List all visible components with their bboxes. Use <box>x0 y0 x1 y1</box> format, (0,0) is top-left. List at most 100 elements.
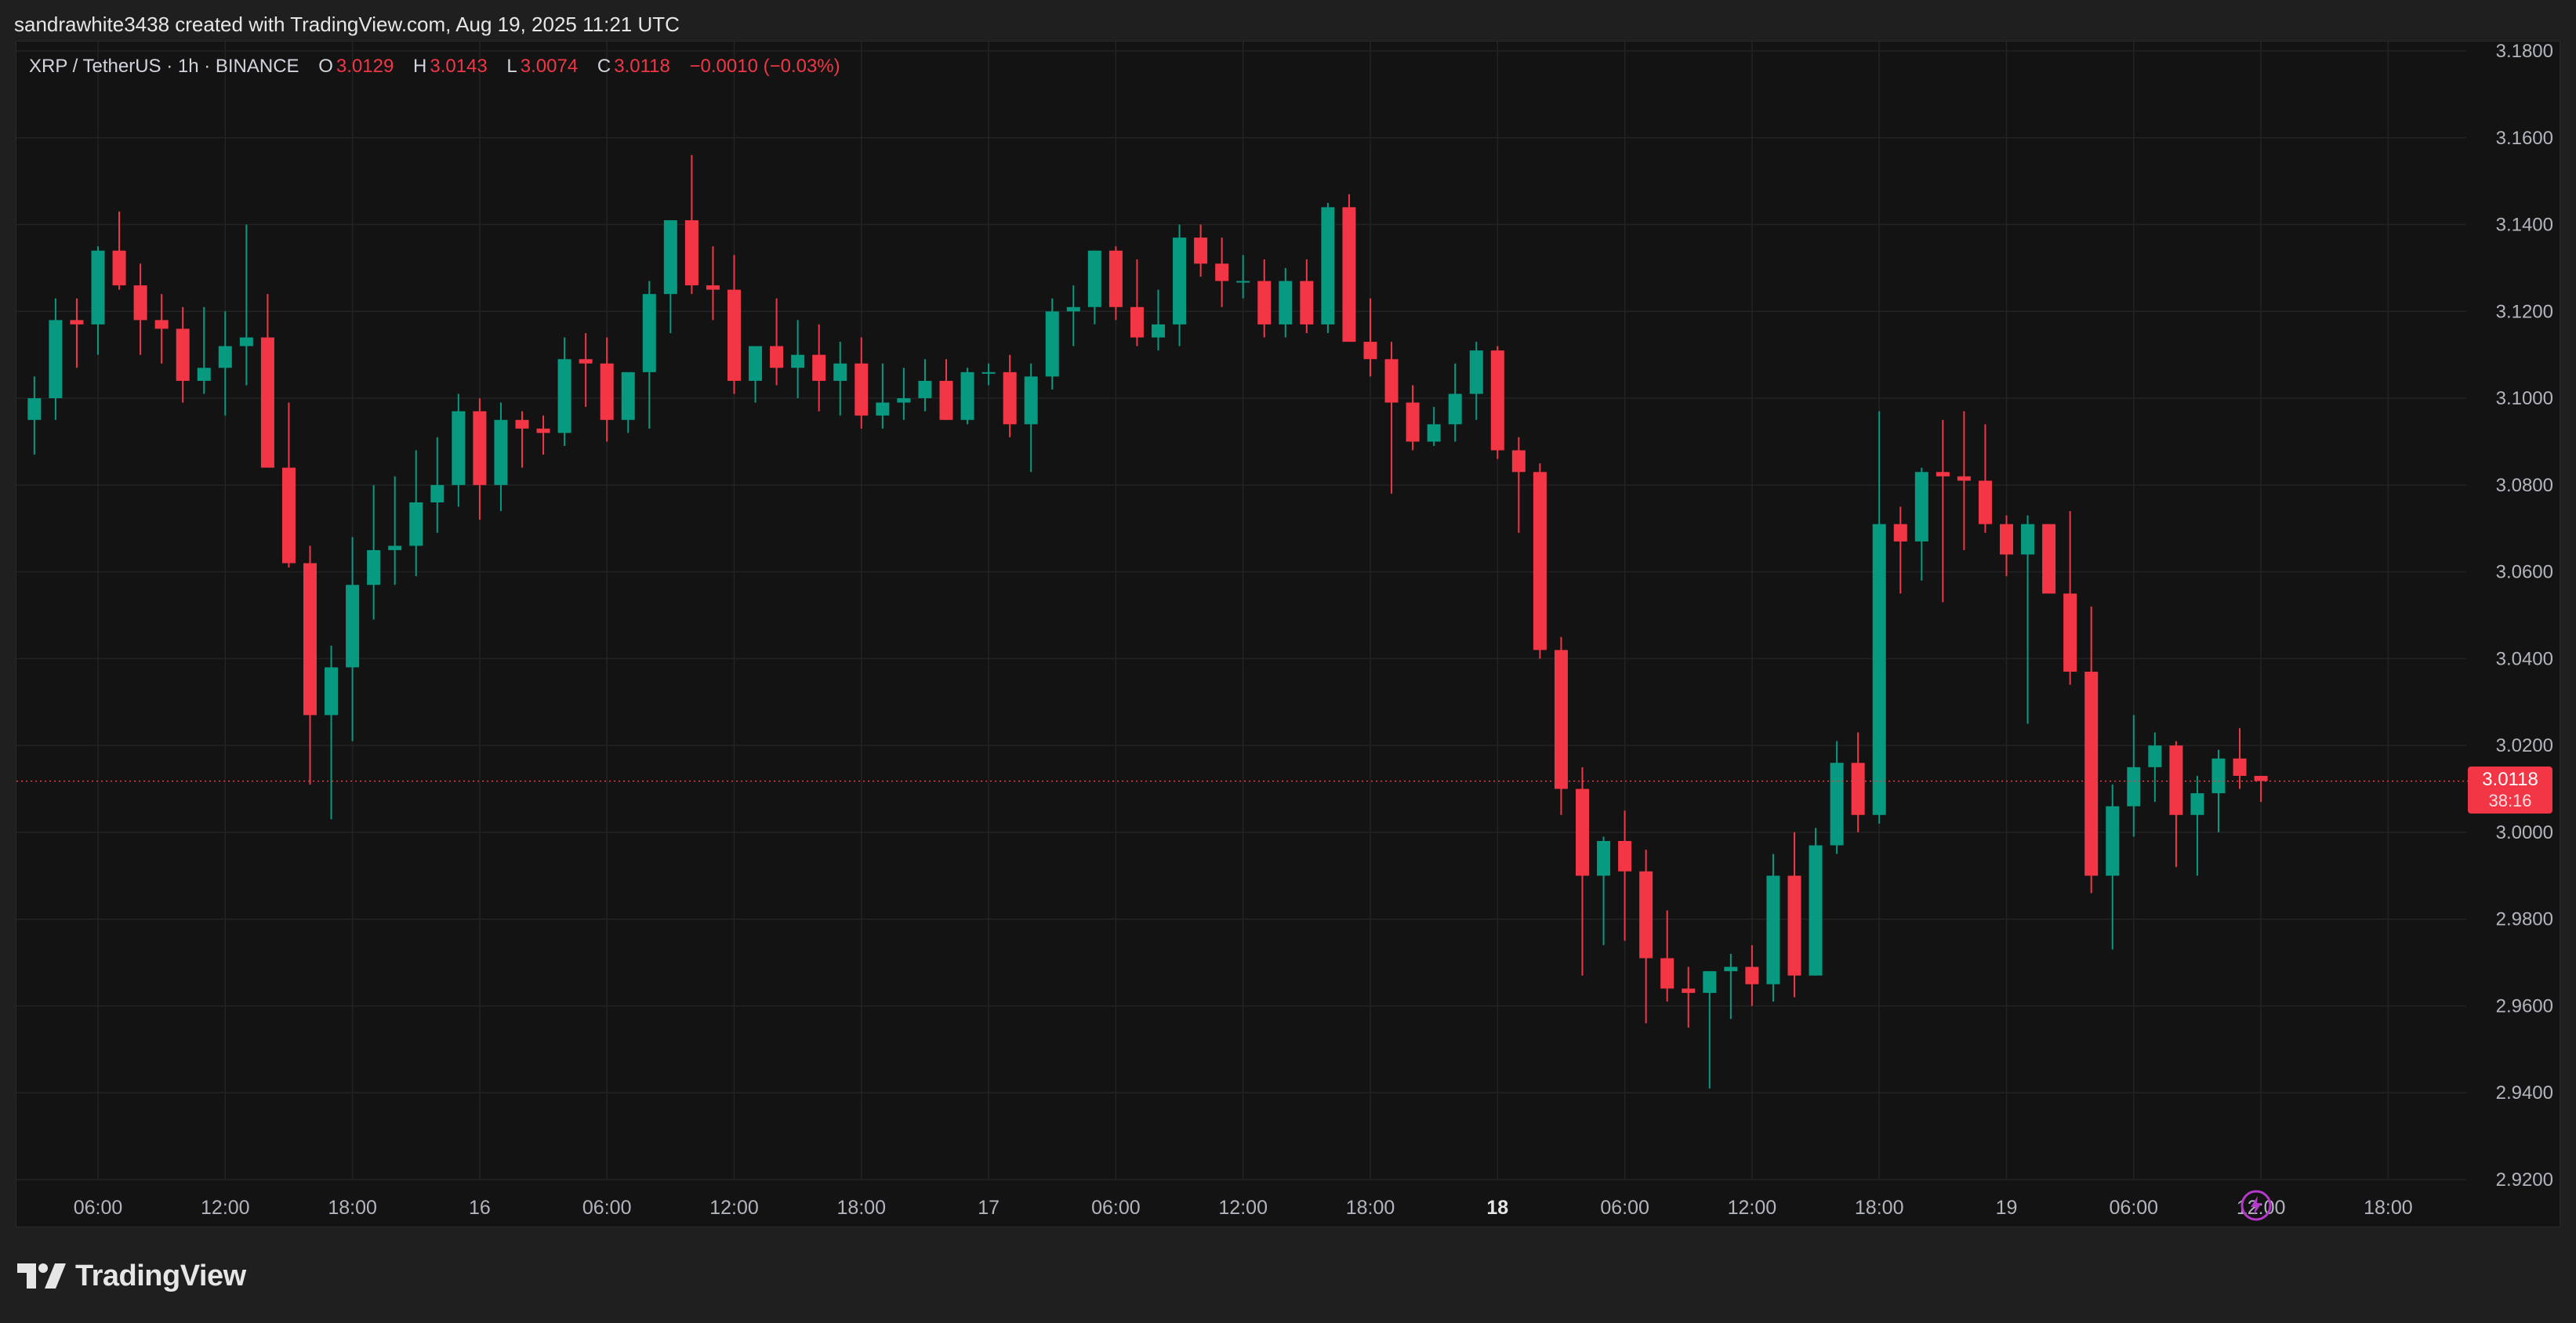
candle-down <box>2254 775 2268 803</box>
candle-body <box>1893 524 1907 542</box>
candle-up <box>430 437 444 533</box>
candle-body <box>536 428 550 433</box>
candle-body <box>1194 237 1208 264</box>
candle-up <box>218 311 232 416</box>
candle-body <box>1066 306 1080 312</box>
candle-down <box>303 546 317 785</box>
chart-pane[interactable]: 3.1800 3.1600 3.1400 3.1200 3.1000 3.0800 3.06… <box>16 41 2560 1227</box>
candle-body <box>706 285 720 290</box>
candle-up <box>981 363 996 386</box>
candle-body <box>1469 350 1483 394</box>
candle-down <box>1130 259 1144 346</box>
candle-up <box>27 376 42 455</box>
candle-down <box>1003 354 1017 437</box>
last-price-value: 3.0118 <box>2482 769 2538 790</box>
price-tick-label: 3.0000 <box>2496 822 2553 843</box>
time-tick-label: 17 <box>978 1197 1000 1219</box>
time-tick-label: 06:00 <box>582 1197 632 1219</box>
candle-body <box>1978 480 1992 524</box>
candle-up <box>1448 363 1462 442</box>
candle-body <box>1257 281 1272 324</box>
candle-body <box>2127 767 2141 806</box>
candle-up <box>1703 971 1717 1089</box>
candle-up <box>2106 785 2120 950</box>
candle-body <box>579 359 593 364</box>
candle-down <box>1682 966 1696 1028</box>
candle-up <box>367 484 381 620</box>
candle-down <box>1576 767 1589 976</box>
candle-up <box>1766 854 1780 1002</box>
candle-up <box>557 337 571 446</box>
tradingview-logo[interactable]: TradingView <box>17 1257 246 1295</box>
open-value: 3.0129 <box>336 56 394 77</box>
candle-up <box>1321 202 1335 333</box>
candle-body <box>770 346 784 368</box>
candle-up <box>388 476 402 585</box>
candle-down <box>1363 298 1377 377</box>
candle-body <box>388 546 402 550</box>
candle-body <box>154 320 169 329</box>
candle-down <box>939 359 953 420</box>
candle-body <box>2190 793 2204 815</box>
candle-body <box>1490 350 1504 451</box>
candle-body <box>1618 841 1632 872</box>
candle-down <box>1406 385 1420 451</box>
candle-body <box>1682 988 1696 993</box>
candle-body <box>1108 250 1123 307</box>
candle-body <box>1342 207 1356 343</box>
price-tick-label: 3.1200 <box>2496 301 2553 322</box>
candle-down <box>1660 910 1674 1002</box>
candle-body <box>684 220 698 286</box>
candle-up <box>2127 715 2141 837</box>
candle-body <box>1703 971 1717 993</box>
candle-body <box>133 285 147 321</box>
time-tick-label: 06:00 <box>74 1197 123 1219</box>
candle-down <box>1490 346 1504 459</box>
candle-down <box>684 154 698 295</box>
price-tick-label: 3.1400 <box>2496 215 2553 236</box>
candle-body <box>1809 845 1823 976</box>
candle-body <box>49 320 63 399</box>
candle-down <box>2233 728 2247 789</box>
candle-up <box>1045 298 1059 390</box>
candle-body <box>1448 393 1462 425</box>
candle-body <box>2148 745 2162 767</box>
high-value: 3.0143 <box>430 56 488 77</box>
candle-body <box>218 346 232 368</box>
time-tick-label: 18:00 <box>328 1197 377 1219</box>
candle-up <box>325 645 339 820</box>
candle-down <box>1554 636 1568 815</box>
candle-body <box>409 502 423 546</box>
candle-down <box>2084 606 2099 893</box>
candle-body <box>1045 311 1059 377</box>
candle-up <box>452 393 466 507</box>
candle-body <box>1787 875 1801 976</box>
candle-down <box>1893 506 1907 594</box>
candle-up <box>960 368 974 425</box>
candle-body <box>1427 424 1441 442</box>
candle-body <box>515 419 529 429</box>
candle-up <box>1173 224 1187 346</box>
candle-down <box>1533 463 1547 659</box>
candle-down <box>1342 194 1356 343</box>
candle-body <box>1745 966 1759 984</box>
tradingview-logo-icon <box>17 1263 66 1289</box>
candle-up <box>1427 407 1441 446</box>
candle-body <box>1957 476 1971 481</box>
candle-up <box>1724 954 1738 1020</box>
candle-body <box>70 320 84 324</box>
candle-up <box>621 372 635 433</box>
time-axis[interactable]: 06:00 12:00 18:00 16 06:00 12:00 18:00 17 06:00 1… <box>74 1197 2413 1219</box>
candle-down <box>281 402 296 568</box>
candlestick-chart[interactable]: 3.1800 3.1600 3.1400 3.1200 3.1000 3.0800 3.06… <box>16 42 2560 1227</box>
candle-body <box>91 250 105 324</box>
price-axis[interactable]: 3.1800 3.1600 3.1400 3.1200 3.1000 3.0800 3.06… <box>2496 42 2553 1191</box>
candle-body <box>1236 281 1250 283</box>
candle-down <box>1957 411 1971 550</box>
symbol-label[interactable]: XRP / TetherUS · 1h · BINANCE <box>29 56 299 77</box>
price-tick-label: 3.0400 <box>2496 648 2553 669</box>
candle-body <box>1406 402 1420 442</box>
candle-body <box>176 328 190 381</box>
candle-down <box>154 294 169 364</box>
lightning-icon[interactable] <box>2240 1189 2273 1222</box>
